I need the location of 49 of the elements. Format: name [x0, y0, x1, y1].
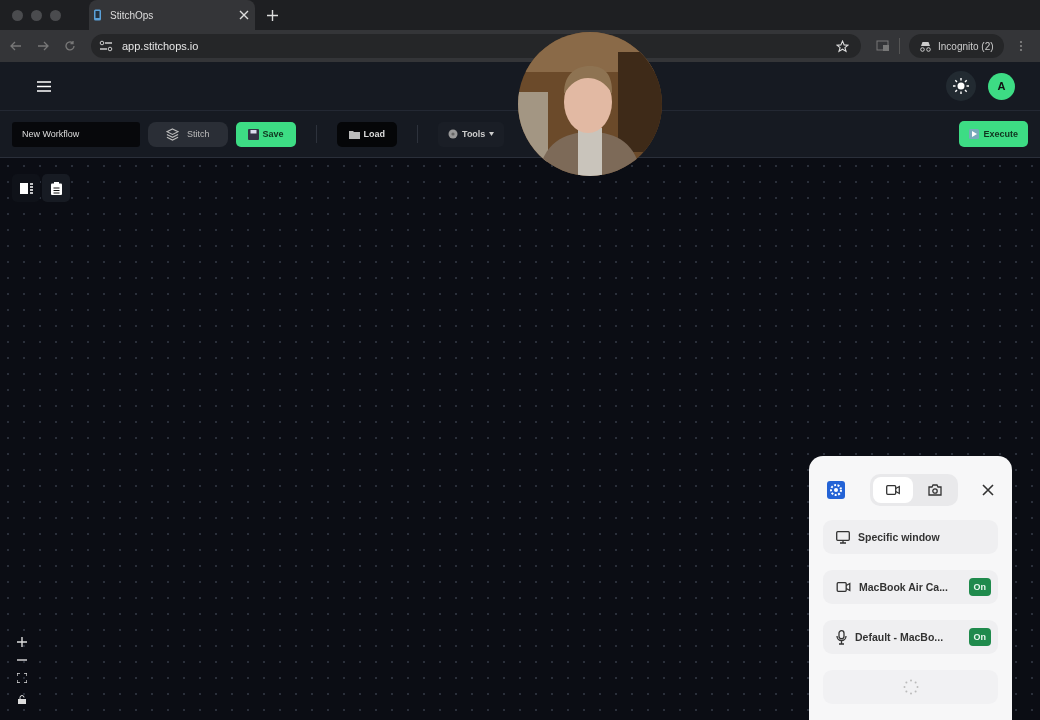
site-settings-icon[interactable]	[99, 40, 113, 52]
zoom-in-icon[interactable]	[17, 637, 27, 647]
back-arrow-icon[interactable]	[10, 40, 22, 52]
window-source-row[interactable]: Specific window	[823, 520, 998, 554]
loading-spinner-icon	[902, 679, 919, 695]
video-camera-icon	[885, 485, 900, 495]
lock-icon[interactable]	[18, 695, 26, 704]
tools-button[interactable]: Tools	[438, 121, 505, 147]
microphone-icon	[836, 629, 847, 645]
camera-source-row[interactable]: MacBook Air Ca... On	[823, 570, 998, 604]
monitor-icon	[836, 530, 850, 544]
clipboard-icon	[50, 181, 62, 195]
settings-icon[interactable]	[827, 481, 845, 499]
execute-button[interactable]: Execute	[959, 121, 1028, 147]
load-button[interactable]: Load	[336, 121, 398, 147]
fit-view-icon[interactable]	[17, 673, 27, 683]
camera-icon	[927, 484, 942, 496]
gear-icon	[448, 129, 459, 139]
close-icon[interactable]	[982, 484, 994, 496]
sun-icon	[953, 78, 969, 94]
menu-icon[interactable]	[37, 80, 51, 92]
reload-icon[interactable]	[64, 40, 76, 52]
clipboard-button[interactable]	[42, 174, 70, 202]
sidebar-panel-icon	[19, 182, 33, 194]
panel-toggle-button[interactable]	[12, 174, 40, 202]
caret-icon	[489, 132, 495, 136]
media-icon[interactable]	[876, 40, 890, 52]
user-avatar[interactable]: A	[988, 72, 1015, 100]
status-badge[interactable]: On	[968, 578, 991, 596]
address-field[interactable]: app.stitchops.io	[91, 34, 861, 58]
mic-source-row[interactable]: Default - MacBo... On	[823, 620, 998, 654]
folder-icon	[348, 129, 360, 139]
incognito-button[interactable]: Incognito (2)	[909, 34, 1004, 58]
forward-arrow-icon[interactable]	[37, 40, 49, 52]
layers-icon	[166, 127, 179, 141]
video-mode-tab[interactable]	[872, 477, 913, 503]
status-badge[interactable]: On	[968, 628, 991, 646]
star-icon[interactable]	[836, 39, 849, 53]
incognito-icon	[919, 40, 932, 52]
stitch-button[interactable]: Stitch	[148, 121, 228, 147]
more-menu-icon[interactable]	[1018, 40, 1023, 52]
theme-toggle-button[interactable]	[946, 71, 976, 101]
save-button[interactable]: Save	[235, 121, 296, 147]
play-icon	[969, 129, 980, 139]
browser-tab[interactable]: StitchOps	[89, 0, 255, 30]
page-icon	[93, 9, 102, 21]
video-camera-icon	[836, 582, 851, 592]
workflow-name-field[interactable]: New Workflow	[12, 121, 140, 147]
new-tab-icon[interactable]	[267, 9, 278, 21]
